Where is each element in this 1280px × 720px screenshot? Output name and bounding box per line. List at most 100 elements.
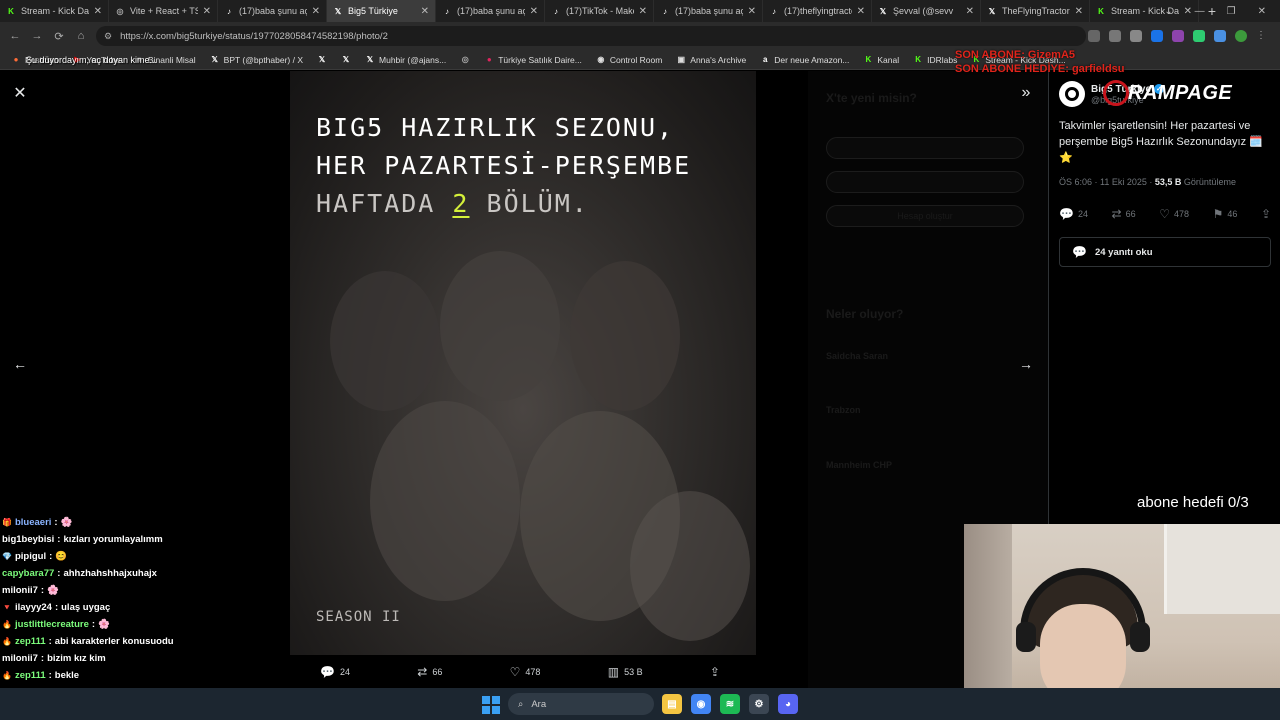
url-text: https://x.com/big5turkiye/status/1977028… — [120, 30, 388, 42]
tiktok-icon: ♪ — [663, 6, 667, 16]
tab-close-icon[interactable]: ✕ — [857, 6, 865, 17]
taskbar-search[interactable]: ⌕ Ara — [508, 693, 654, 715]
share-button[interactable]: ⇪ — [710, 665, 720, 679]
tweet-time[interactable]: ÖS 6:06 · 11 Eki 2025 · — [1059, 177, 1155, 187]
tab-search-icon[interactable]: ⌄ — [1164, 6, 1172, 17]
file-explorer-icon[interactable]: ▤ — [662, 694, 682, 714]
expand-panel-icon[interactable]: » — [1016, 83, 1036, 103]
profile-avatar[interactable] — [1235, 30, 1247, 42]
chat-username[interactable]: zep111 — [15, 667, 46, 684]
trend-item[interactable]: Trabzon — [826, 405, 861, 415]
address-bar[interactable]: ⚙ https://x.com/big5turkiye/status/19770… — [96, 26, 1086, 46]
discord-icon[interactable]: ◕ — [778, 694, 798, 714]
restore-icon[interactable]: ❐ — [1227, 6, 1236, 17]
extension-green-icon[interactable] — [1193, 30, 1205, 42]
reply-button[interactable]: 💬 24 — [1059, 207, 1088, 221]
bookmark-item[interactable]: 𝕏 — [336, 55, 356, 65]
tab-close-icon[interactable]: ✕ — [312, 6, 320, 17]
steam-icon[interactable]: ⚙ — [749, 694, 769, 714]
chat-username[interactable]: ilayyy24 — [15, 599, 52, 616]
headset-icon — [1020, 568, 1146, 638]
extension-purple-icon[interactable] — [1172, 30, 1184, 42]
reply-button[interactable]: 💬 24 — [320, 665, 350, 679]
bookmark-label: Control Room — [609, 54, 663, 65]
close-icon[interactable]: ✕ — [10, 83, 30, 103]
chat-message: 💎 pipigul: 😊 — [2, 548, 302, 565]
chrome-icon[interactable]: ◉ — [691, 694, 711, 714]
browser-tab[interactable]: ♪ (17)baba şunu aç ✕ — [654, 0, 763, 22]
repost-button[interactable]: ⇄ 66 — [417, 665, 442, 679]
tab-close-icon[interactable]: ✕ — [639, 6, 647, 17]
share-icon[interactable] — [1109, 30, 1121, 42]
bookmark-item[interactable]: K Kanal — [858, 55, 904, 65]
spotify-icon[interactable]: ≋ — [720, 694, 740, 714]
trend-item[interactable]: Mannheim CHP — [826, 460, 892, 470]
forward-icon[interactable]: → — [26, 25, 48, 47]
tab-close-icon[interactable]: ✕ — [1075, 6, 1083, 17]
bookmark-item[interactable]: ● Türkiye Satılık Daire... — [479, 55, 587, 65]
bookmark-item[interactable]: ◎ — [455, 55, 475, 65]
chat-username[interactable]: milonii7 — [2, 650, 38, 667]
bookmark-item[interactable]: a Der neue Amazon... — [755, 55, 854, 65]
repost-button[interactable]: ⇄ 66 — [1112, 207, 1136, 221]
like-button[interactable]: ♡ 478 — [1159, 207, 1189, 221]
install-icon[interactable] — [1088, 30, 1100, 42]
next-photo-icon[interactable]: → — [1016, 354, 1036, 374]
menu-icon[interactable]: ⋮ — [1256, 30, 1266, 42]
chat-username[interactable]: justlittlecreature — [15, 616, 89, 633]
like-button[interactable]: ♡ 478 — [510, 665, 541, 679]
x-icon: 𝕏 — [211, 55, 218, 64]
chat-username[interactable]: big1beybisi — [2, 531, 54, 548]
extensions-puzzle-icon[interactable] — [1214, 30, 1226, 42]
bookmark-button[interactable]: ⚑ 46 — [1213, 207, 1238, 221]
browser-tab[interactable]: ◎ Vite + React + TS ✕ — [109, 0, 218, 22]
tab-close-icon[interactable]: ✕ — [530, 6, 538, 17]
read-replies-button[interactable]: 💬 24 yanıtı oku — [1059, 237, 1271, 267]
windows-start-icon[interactable] — [482, 696, 500, 714]
tab-close-icon[interactable]: ✕ — [966, 6, 974, 17]
bookmark-item[interactable]: ◉ Control Room — [591, 55, 667, 65]
bookmark-item[interactable]: 𝕏 BPT (@bpthaber) / X — [205, 55, 308, 65]
browser-tab[interactable]: 𝕏 Şevval (@sevv ✕ — [872, 0, 981, 22]
tab-close-icon[interactable]: ✕ — [421, 6, 429, 17]
chat-username[interactable]: pipigul — [15, 548, 46, 565]
extension-blue-icon[interactable] — [1151, 30, 1163, 42]
reload-icon[interactable]: ⟳ — [48, 25, 70, 47]
browser-tab[interactable]: K Stream - Kick Dash ✕ — [0, 0, 109, 22]
tab-close-icon[interactable]: ✕ — [748, 6, 756, 17]
author-avatar[interactable] — [1059, 81, 1085, 107]
browser-tab[interactable]: ♪ (17)baba şunu aç ✕ — [436, 0, 545, 22]
bookmark-star-icon[interactable] — [1130, 30, 1142, 42]
site-info-icon[interactable]: ⚙ — [104, 31, 112, 42]
reply-icon: 💬 — [320, 665, 335, 679]
bookmark-item[interactable]: 𝕏 Muhbir (@ajans... — [360, 55, 451, 65]
browser-tab[interactable]: ♪ (17)TikTok - Make ✕ — [545, 0, 654, 22]
window-controls: ⌄ — ❐ ✕ — [1164, 0, 1280, 22]
chat-message: 🎁 blueaeri: 🌸 — [2, 514, 302, 531]
photo-figure — [630, 491, 750, 641]
chat-username[interactable]: zep111 — [15, 633, 46, 650]
browser-tab[interactable]: 𝕏 TheFlyingTractor ✕ — [981, 0, 1090, 22]
browser-tab[interactable]: ♪ (17)theflyingtracto ✕ — [763, 0, 872, 22]
home-icon[interactable]: ⌂ — [70, 25, 92, 47]
share-button[interactable]: ⇪ — [1261, 207, 1271, 221]
signup-apple-button[interactable] — [826, 171, 1024, 193]
back-icon[interactable]: ← — [4, 25, 26, 47]
chat-username[interactable]: capybara77 — [2, 565, 54, 582]
tab-close-icon[interactable]: ✕ — [94, 6, 102, 17]
chat-username[interactable]: blueaeri — [15, 514, 51, 531]
minimize-icon[interactable]: — — [1195, 6, 1205, 17]
tab-close-icon[interactable]: ✕ — [203, 6, 211, 17]
bookmark-label: BPT (@bpthaber) / X — [223, 54, 304, 65]
views-button[interactable]: ▥ 53 B — [608, 665, 643, 679]
browser-tab[interactable]: ♪ (17)baba şunu aç ✕ — [218, 0, 327, 22]
chat-username[interactable]: milonii7 — [2, 582, 38, 599]
create-account-button[interactable]: Hesap oluştur — [826, 205, 1024, 227]
browser-tab[interactable]: 𝕏 Big5 Türkiye ✕ — [327, 0, 436, 22]
bookmark-item[interactable]: 𝕏 — [312, 55, 332, 65]
close-window-icon[interactable]: ✕ — [1258, 6, 1266, 17]
signup-google-button[interactable] — [826, 137, 1024, 159]
bookmark-item[interactable]: ▣ Anna's Archive — [671, 55, 751, 65]
previous-photo-icon[interactable]: ← — [10, 354, 30, 374]
trend-item[interactable]: Saidcha Saran — [826, 351, 888, 361]
